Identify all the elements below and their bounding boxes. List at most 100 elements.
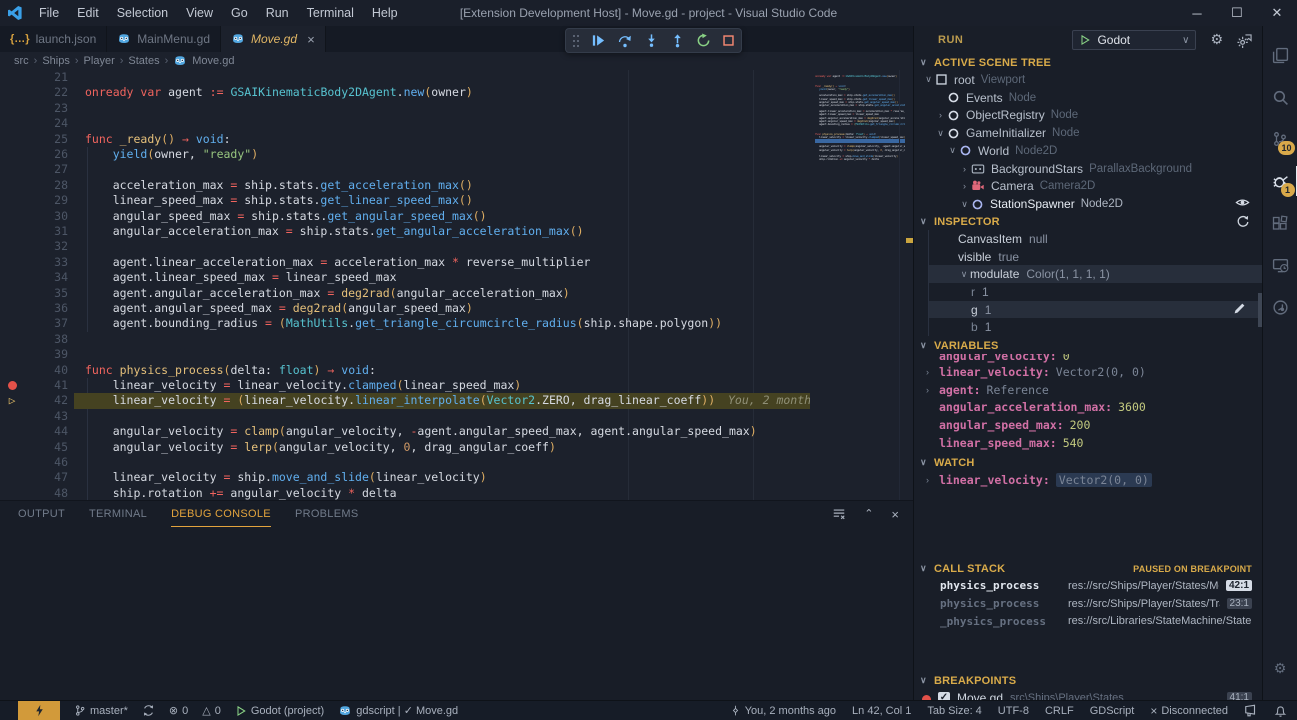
code-line-31[interactable]: 31angular_acceleration_max = ship.stats.… bbox=[0, 224, 810, 239]
line-number[interactable]: 34 bbox=[0, 270, 68, 285]
line-number[interactable]: 27 bbox=[0, 162, 68, 177]
line-number[interactable]: 33 bbox=[0, 255, 68, 270]
inspector-prop-modulate[interactable]: ∨modulateColor(1, 1, 1, 1) bbox=[928, 265, 1262, 283]
breadcrumb-item[interactable]: Move.gd bbox=[192, 55, 234, 67]
step-over-button[interactable] bbox=[617, 33, 633, 49]
menu-run[interactable]: Run bbox=[257, 0, 298, 26]
chevron-down-icon[interactable]: ∨ bbox=[958, 269, 970, 280]
statusbar-encoding[interactable]: UTF-8 bbox=[998, 705, 1029, 717]
statusbar-language-mode[interactable]: GDScript bbox=[1090, 705, 1135, 717]
menu-selection[interactable]: Selection bbox=[108, 0, 177, 26]
chevron-right-icon[interactable]: › bbox=[926, 475, 939, 485]
variable-angular_speed_max[interactable]: angular_speed_max:200 bbox=[914, 416, 1262, 434]
breadcrumb-item[interactable]: Player bbox=[84, 55, 115, 67]
code-line-24[interactable]: 24 bbox=[0, 116, 810, 131]
stop-button[interactable] bbox=[722, 34, 735, 47]
breadcrumb-item[interactable]: Ships bbox=[42, 55, 70, 67]
statusbar-remote-indicator[interactable] bbox=[18, 701, 60, 720]
close-button[interactable]: ✕ bbox=[1257, 0, 1297, 26]
statusbar-errors[interactable]: ⊗0 bbox=[169, 705, 188, 717]
code-line-35[interactable]: 35agent.angular_acceleration_max = deg2r… bbox=[0, 286, 810, 301]
edit-pencil-icon[interactable] bbox=[1233, 302, 1246, 318]
stack-frame-2[interactable]: _physics_processres://src/Libraries/Stat… bbox=[914, 612, 1262, 630]
inspector-refresh-button[interactable] bbox=[1236, 215, 1250, 229]
scene-node-backgroundstars[interactable]: ›BackgroundStarsParallaxBackground bbox=[914, 160, 1262, 178]
minimap[interactable]: onready var agent := GSAIKinematicBody2D… bbox=[815, 72, 905, 496]
panel-tab-output[interactable]: OUTPUT bbox=[18, 501, 65, 527]
line-number[interactable]: 21 bbox=[0, 70, 68, 85]
breadcrumb[interactable]: src›Ships›Player›States›Move.gd bbox=[0, 52, 913, 70]
variable-linear_speed_max[interactable]: linear_speed_max:540 bbox=[914, 434, 1262, 451]
code-line-26[interactable]: 26yield(owner, "ready") bbox=[0, 147, 810, 162]
chevron-right-icon[interactable]: › bbox=[926, 385, 939, 395]
code-line-30[interactable]: 30angular_speed_max = ship.stats.get_ang… bbox=[0, 209, 810, 224]
statusbar-git-branch[interactable]: master* bbox=[74, 704, 128, 717]
section-watch[interactable]: ∨WATCH bbox=[914, 454, 1262, 471]
chevron-down-icon[interactable]: ∨ bbox=[934, 128, 947, 139]
inspector-prop-canvasitem[interactable]: CanvasItemnull bbox=[928, 230, 1262, 248]
menu-help[interactable]: Help bbox=[363, 0, 407, 26]
statusbar-sync-changes[interactable] bbox=[142, 704, 155, 717]
activity-remote-explorer[interactable] bbox=[1263, 244, 1297, 286]
statusbar-language-status[interactable]: gdscript | ✓ Move.gd bbox=[338, 704, 458, 718]
scene-node-objectregistry[interactable]: ›ObjectRegistryNode bbox=[914, 107, 1262, 125]
line-number[interactable]: 37 bbox=[0, 316, 68, 331]
scene-node-gameinitializer[interactable]: ∨GameInitializerNode bbox=[914, 124, 1262, 142]
line-number[interactable]: 35 bbox=[0, 286, 68, 301]
code-line-37[interactable]: 37agent.bounding_radius = (MathUtils.get… bbox=[0, 316, 810, 331]
line-number[interactable]: 30 bbox=[0, 209, 68, 224]
section-call-stack[interactable]: ∨CALL STACKPAUSED ON BREAKPOINT bbox=[914, 560, 1262, 577]
code-line-42[interactable]: ▷42linear_velocity = (linear_velocity.li… bbox=[0, 393, 810, 408]
open-launch-config-button[interactable] bbox=[1237, 33, 1252, 48]
variable-angular_acceleration_max[interactable]: angular_acceleration_max:3600 bbox=[914, 398, 1262, 416]
overview-ruler[interactable] bbox=[899, 70, 913, 500]
statusbar-feedback[interactable] bbox=[1244, 704, 1258, 718]
code-editor[interactable]: 2122onready var agent := GSAIKinematicBo… bbox=[0, 70, 913, 500]
panel-tab-debug-console[interactable]: DEBUG CONSOLE bbox=[171, 501, 271, 527]
line-number[interactable]: 40 bbox=[0, 363, 68, 378]
variable-agent[interactable]: ›agent:Reference bbox=[914, 381, 1262, 399]
statusbar-cursor-position[interactable]: Ln 42, Col 1 bbox=[852, 705, 911, 717]
breadcrumb-item[interactable]: src bbox=[14, 55, 29, 67]
line-number[interactable]: 41 bbox=[0, 378, 68, 393]
line-number[interactable]: 42 bbox=[0, 393, 68, 408]
panel-tab-problems[interactable]: PROBLEMS bbox=[295, 501, 359, 527]
line-number[interactable]: 48 bbox=[0, 486, 68, 500]
line-number[interactable]: 26 bbox=[0, 147, 68, 162]
visibility-eye-icon[interactable] bbox=[1235, 195, 1250, 213]
scene-node-root[interactable]: ∨rootViewport bbox=[914, 71, 1262, 89]
chevron-down-icon[interactable]: ∨ bbox=[958, 199, 971, 210]
code-line-43[interactable]: 43 bbox=[0, 409, 810, 424]
line-number[interactable]: 29 bbox=[0, 193, 68, 208]
code-line-21[interactable]: 21 bbox=[0, 70, 810, 85]
code-line-23[interactable]: 23 bbox=[0, 101, 810, 116]
code-line-48[interactable]: 48ship.rotation += angular_velocity * de… bbox=[0, 486, 810, 500]
code-line-39[interactable]: 39 bbox=[0, 347, 810, 362]
panel-tab-terminal[interactable]: TERMINAL bbox=[89, 501, 147, 527]
activity-manage[interactable]: ⚙ bbox=[1263, 648, 1297, 690]
scene-node-events[interactable]: EventsNode bbox=[914, 89, 1262, 107]
chevron-right-icon[interactable]: › bbox=[934, 110, 947, 120]
code-line-28[interactable]: 28acceleration_max = ship.stats.get_acce… bbox=[0, 178, 810, 193]
code-line-44[interactable]: 44angular_velocity = clamp(angular_veloc… bbox=[0, 424, 810, 439]
menu-terminal[interactable]: Terminal bbox=[298, 0, 363, 26]
code-line-47[interactable]: 47linear_velocity = ship.move_and_slide(… bbox=[0, 470, 810, 485]
line-number[interactable]: 31 bbox=[0, 224, 68, 239]
scene-node-stationspawner[interactable]: ∨StationSpawnerNode2D bbox=[914, 195, 1262, 213]
inspector-prop-visible[interactable]: visibletrue bbox=[928, 248, 1262, 266]
code-line-25[interactable]: 25func _ready() → void: bbox=[0, 132, 810, 147]
statusbar-git-blame[interactable]: You, 2 months ago bbox=[730, 704, 836, 717]
line-number[interactable]: 25 bbox=[0, 132, 68, 147]
code-line-45[interactable]: 45angular_velocity = lerp(angular_veloci… bbox=[0, 440, 810, 455]
line-number[interactable]: 23 bbox=[0, 101, 68, 116]
breakpoint-item[interactable]: ✓Move.gdsrc\Ships\Player\States41:1 bbox=[914, 689, 1262, 700]
drag-grip[interactable] bbox=[572, 34, 580, 48]
line-number[interactable]: 36 bbox=[0, 301, 68, 316]
statusbar-warnings[interactable]: △0 bbox=[202, 705, 221, 717]
chevron-right-icon[interactable]: › bbox=[958, 164, 971, 174]
minimize-button[interactable]: ─ bbox=[1177, 0, 1217, 26]
activity-godot-tools[interactable] bbox=[1263, 286, 1297, 328]
chevron-down-icon[interactable]: ∨ bbox=[946, 145, 959, 156]
code-line-29[interactable]: 29linear_speed_max = ship.stats.get_line… bbox=[0, 193, 810, 208]
code-line-34[interactable]: 34agent.linear_speed_max = linear_speed_… bbox=[0, 270, 810, 285]
